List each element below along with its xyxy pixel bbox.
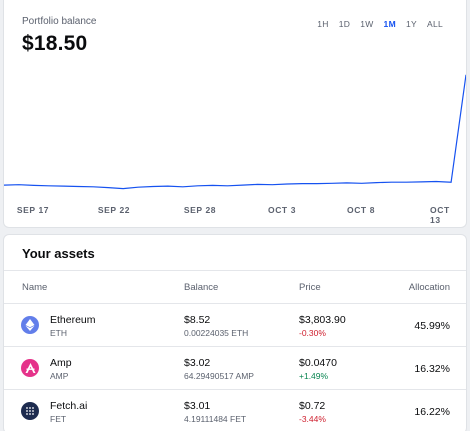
asset-name: Amp	[50, 357, 72, 369]
fetch-ai-icon	[21, 402, 39, 420]
time-range-selector: 1H 1D 1W 1M 1Y ALL	[312, 19, 448, 29]
range-1d-button[interactable]: 1D	[334, 19, 355, 29]
amp-icon	[21, 359, 39, 377]
your-assets-card: Your assets Name Balance Price Allocatio…	[3, 234, 467, 431]
asset-row-fetch-ai[interactable]: Fetch.ai FET $3.01 4.19111484 FET $0.72 …	[4, 390, 466, 431]
x-tick-label: SEP 28	[183, 205, 217, 215]
assets-table-header: Name Balance Price Allocation	[4, 270, 466, 304]
portfolio-balance-value: $18.50	[22, 32, 88, 55]
x-tick-label: OCT 13	[430, 205, 450, 225]
asset-allocation: 16.32%	[414, 363, 450, 375]
range-all-button[interactable]: ALL	[422, 19, 448, 29]
column-header-balance[interactable]: Balance	[184, 282, 218, 293]
column-header-allocation[interactable]: Allocation	[409, 282, 450, 293]
asset-balance-value: $3.02	[184, 357, 211, 369]
column-header-price[interactable]: Price	[299, 282, 321, 293]
range-1y-button[interactable]: 1Y	[401, 19, 422, 29]
asset-balance-amount: 64.29490517 AMP	[184, 371, 254, 381]
balance-line-chart[interactable]	[4, 70, 467, 202]
x-tick-label: SEP 17	[16, 205, 50, 215]
portfolio-balance-card: Portfolio balance $18.50 1H 1D 1W 1M 1Y …	[3, 0, 467, 228]
balance-series-line	[4, 74, 466, 190]
asset-price: $3,803.90	[299, 314, 346, 326]
asset-balance-amount: 0.00224035 ETH	[184, 328, 249, 338]
asset-name: Fetch.ai	[50, 400, 88, 412]
asset-price: $0.72	[299, 400, 326, 412]
asset-row-ethereum[interactable]: Ethereum ETH $8.52 0.00224035 ETH $3,803…	[4, 304, 466, 347]
asset-balance-value: $8.52	[184, 314, 211, 326]
portfolio-balance-label: Portfolio balance	[22, 16, 97, 27]
asset-name: Ethereum	[50, 314, 96, 326]
ethereum-icon	[21, 316, 39, 334]
asset-price-change: -0.30%	[299, 328, 326, 338]
asset-price-change: +1.49%	[299, 371, 329, 381]
asset-symbol: FET	[50, 414, 67, 424]
asset-allocation: 45.99%	[414, 320, 450, 332]
x-tick-label: OCT 3	[267, 205, 297, 215]
asset-balance-value: $3.01	[184, 400, 211, 412]
asset-balance-amount: 4.19111484 FET	[184, 414, 247, 424]
range-1m-button[interactable]: 1M	[379, 19, 401, 29]
x-tick-label: SEP 22	[97, 205, 131, 215]
range-1w-button[interactable]: 1W	[355, 19, 378, 29]
asset-symbol: ETH	[50, 328, 67, 338]
x-tick-label: OCT 8	[346, 205, 376, 215]
asset-row-amp[interactable]: Amp AMP $3.02 64.29490517 AMP $0.0470 +1…	[4, 347, 466, 390]
chart-x-axis: SEP 17 SEP 22 SEP 28 OCT 3 OCT 8 OCT 13	[4, 205, 466, 225]
asset-price-change: -3.44%	[299, 414, 326, 424]
column-header-name[interactable]: Name	[22, 282, 47, 293]
asset-price: $0.0470	[299, 357, 337, 369]
asset-allocation: 16.22%	[414, 406, 450, 418]
range-1h-button[interactable]: 1H	[312, 19, 333, 29]
assets-title: Your assets	[22, 246, 95, 261]
asset-symbol: AMP	[50, 371, 69, 381]
